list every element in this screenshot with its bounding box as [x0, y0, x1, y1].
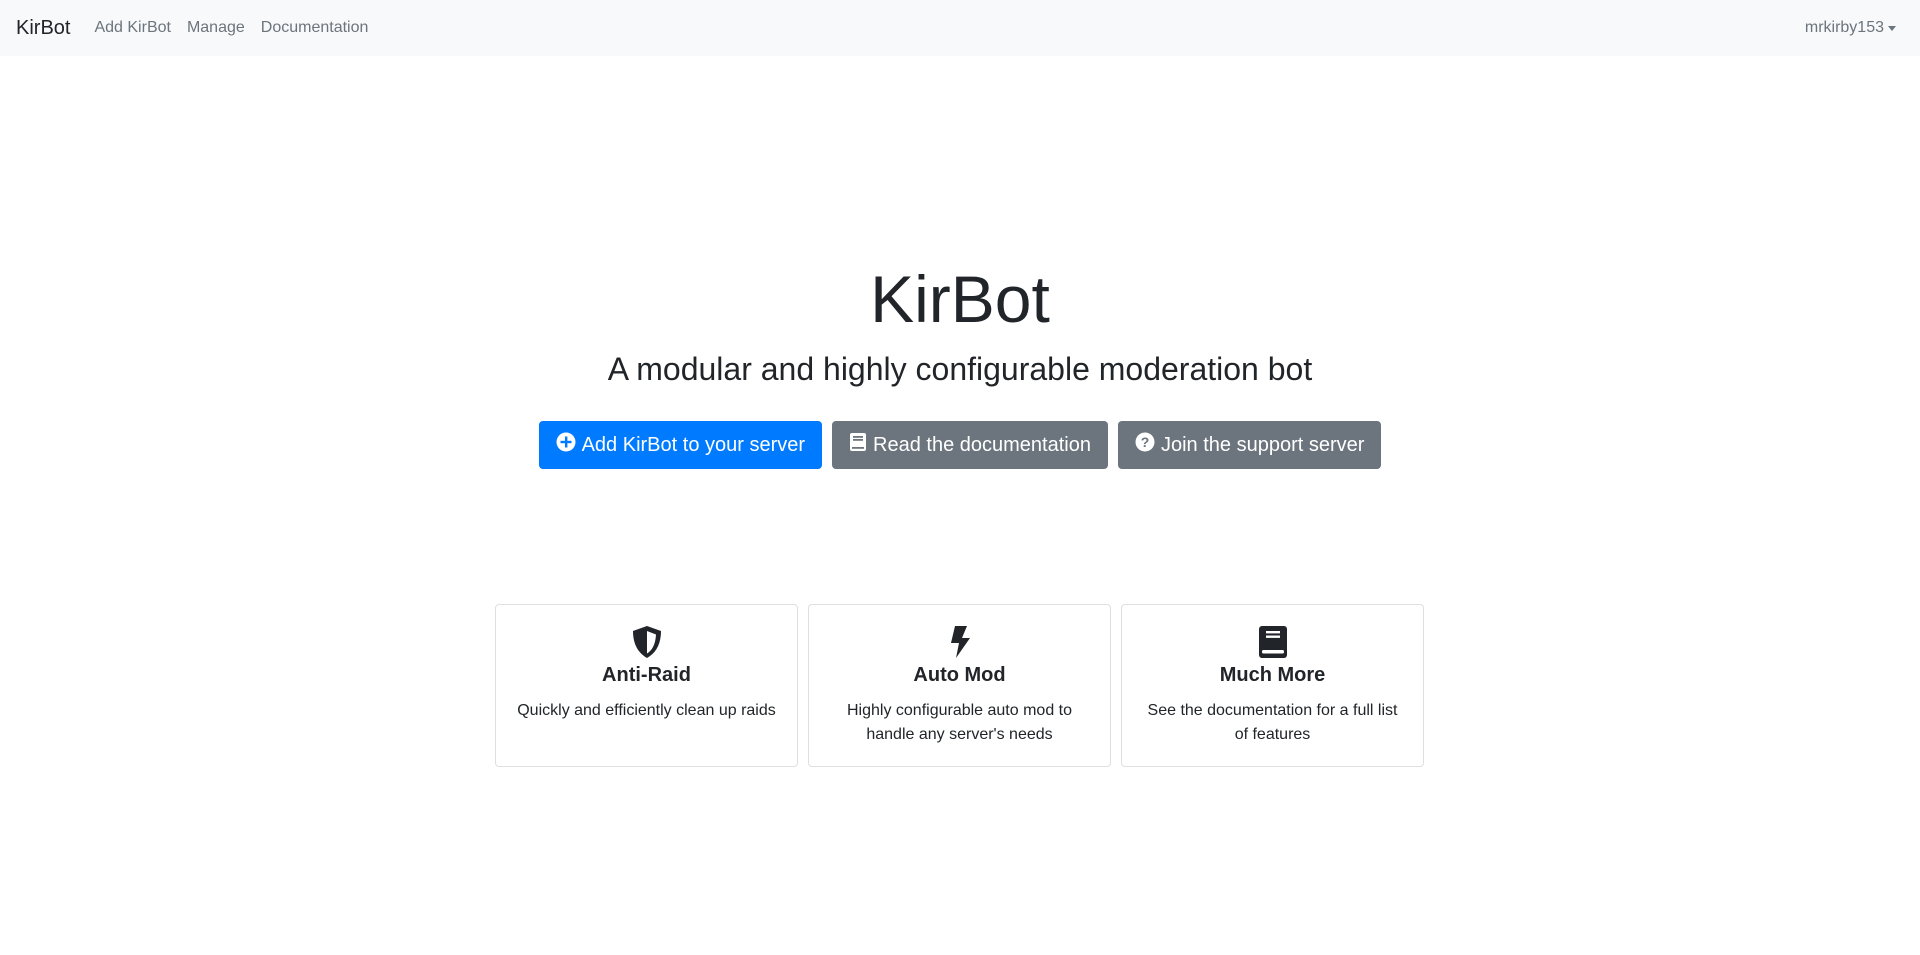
user-dropdown[interactable]: mrkirby153: [1805, 0, 1896, 56]
bolt-icon: [809, 625, 1110, 659]
plus-circle-icon: [556, 432, 582, 458]
user-name: mrkirby153: [1804, 19, 1884, 36]
join-support-button[interactable]: ? Join the support server: [1117, 421, 1382, 469]
feature-text: Quickly and efficiently clean up raids: [517, 702, 776, 719]
feature-card-auto-mod: Auto Mod Highly configurable auto mod to…: [808, 604, 1111, 767]
feature-card-anti-raid: Anti-Raid Quickly and efficiently clean …: [495, 604, 798, 767]
nav-link-manage[interactable]: Manage: [187, 19, 245, 37]
nav-link-documentation[interactable]: Documentation: [261, 19, 369, 37]
read-documentation-label: Read the documentation: [873, 433, 1091, 456]
add-kirbot-button[interactable]: Add KirBot to your server: [538, 421, 823, 469]
feature-title: Anti-Raid: [602, 664, 691, 686]
hero-title: KirBot: [870, 262, 1050, 336]
hero: KirBot A modular and highly configurable…: [0, 255, 1920, 469]
feature-card-much-more: Much More See the documentation for a fu…: [1121, 604, 1424, 767]
hero-buttons: Add KirBot to your server Read the docum…: [0, 421, 1920, 469]
brand-link[interactable]: KirBot: [16, 17, 70, 40]
shield-icon: [496, 625, 797, 659]
feature-title: Much More: [1219, 664, 1326, 686]
hero-subtitle: A modular and highly configurable modera…: [607, 351, 1313, 387]
svg-text:?: ?: [1141, 434, 1150, 450]
read-documentation-button[interactable]: Read the documentation: [832, 421, 1108, 469]
feature-text: Highly configurable auto mod to handle a…: [846, 702, 1073, 743]
book-icon: [1122, 625, 1423, 659]
feature-title: Auto Mod: [913, 664, 1006, 686]
add-kirbot-label: Add KirBot to your server: [581, 433, 806, 456]
caret-down-icon: [1888, 25, 1896, 31]
nav-link-add-kirbot[interactable]: Add KirBot: [94, 19, 170, 37]
join-support-label: Join the support server: [1160, 433, 1365, 456]
book-icon: [849, 432, 873, 458]
navbar: KirBot Add KirBot Manage Documentation m…: [0, 0, 1920, 56]
feature-cards: Anti-Raid Quickly and efficiently clean …: [495, 604, 1424, 767]
feature-text: See the documentation for a full list of…: [1147, 702, 1398, 743]
question-circle-icon: ?: [1135, 432, 1161, 458]
